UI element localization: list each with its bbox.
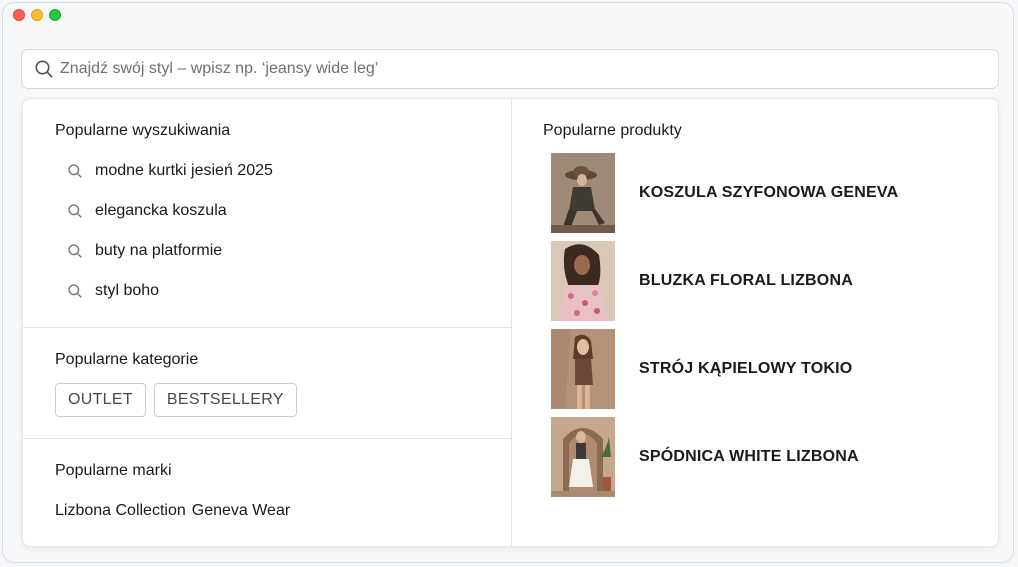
title-bar: [3, 3, 1013, 29]
popular-categories-section: Popularne kategorie OUTLET BESTSELLERY: [23, 328, 511, 439]
category-chips: OUTLET BESTSELLERY: [55, 383, 479, 417]
product-name: BLUZKA FLORAL LIZBONA: [639, 272, 853, 289]
minimize-window-button[interactable]: [31, 9, 43, 21]
search-suggestion-label: styl boho: [95, 282, 160, 299]
search-suggestion-label: modne kurtki jesień 2025: [95, 162, 273, 179]
popular-brands-title: Popularne marki: [55, 462, 172, 479]
popular-brands-section: Popularne marki Lizbona Collection Genev…: [23, 439, 511, 520]
product-item[interactable]: KOSZULA SZYFONOWA GENEVA: [543, 153, 966, 233]
suggestions-left-column: Popularne wyszukiwania modne kurtki jesi…: [23, 99, 512, 546]
search-suggestion-item[interactable]: modne kurtki jesień 2025: [55, 151, 479, 191]
popular-categories-title: Popularne kategorie: [55, 351, 199, 368]
product-item[interactable]: STRÓJ KĄPIELOWY TOKIO: [543, 329, 966, 409]
product-thumbnail: [551, 153, 615, 233]
category-chip-bestsellery[interactable]: BESTSELLERY: [153, 383, 297, 417]
product-thumbnail: [551, 417, 615, 497]
search-input[interactable]: [60, 50, 998, 88]
product-item[interactable]: BLUZKA FLORAL LIZBONA: [543, 241, 966, 321]
search-suggestion-item[interactable]: buty na platformie: [55, 231, 479, 271]
popular-searches-section: Popularne wyszukiwania modne kurtki jesi…: [23, 99, 511, 328]
search-icon: [34, 59, 54, 79]
brand-list: Lizbona Collection Geneva Wear: [55, 502, 479, 520]
product-list: KOSZULA SZYFONOWA GENEVA BLUZKA FLORAL L…: [543, 153, 966, 497]
popular-products-section: Popularne produkty KOSZULA SZYFONOWA GEN…: [512, 99, 998, 546]
search-suggestion-item[interactable]: styl boho: [55, 271, 479, 311]
product-thumbnail: [551, 329, 615, 409]
search-icon: [67, 243, 83, 259]
popular-searches-list: modne kurtki jesień 2025 elegancka koszu…: [55, 151, 479, 311]
product-name: KOSZULA SZYFONOWA GENEVA: [639, 184, 899, 201]
search-icon: [67, 163, 83, 179]
product-item[interactable]: SPÓDNICA WHITE LIZBONA: [543, 417, 966, 497]
search-suggestions-dropdown: Popularne wyszukiwania modne kurtki jesi…: [22, 98, 999, 547]
search-icon: [67, 203, 83, 219]
search-bar: [21, 49, 999, 89]
category-chip-outlet[interactable]: OUTLET: [55, 383, 146, 417]
close-window-button[interactable]: [13, 9, 25, 21]
app-window: Popularne wyszukiwania modne kurtki jesi…: [2, 2, 1014, 563]
search-suggestion-item[interactable]: elegancka koszula: [55, 191, 479, 231]
search-icon: [67, 283, 83, 299]
maximize-window-button[interactable]: [49, 9, 61, 21]
brand-link-geneva-wear[interactable]: Geneva Wear: [192, 502, 290, 520]
search-suggestion-label: elegancka koszula: [95, 202, 227, 219]
search-suggestion-label: buty na platformie: [95, 242, 223, 259]
product-thumbnail: [551, 241, 615, 321]
popular-searches-title: Popularne wyszukiwania: [55, 122, 231, 139]
brand-link-lizbona-collection[interactable]: Lizbona Collection: [55, 502, 186, 520]
product-name: SPÓDNICA WHITE LIZBONA: [639, 448, 859, 465]
popular-products-title: Popularne produkty: [543, 122, 682, 139]
product-name: STRÓJ KĄPIELOWY TOKIO: [639, 360, 853, 377]
